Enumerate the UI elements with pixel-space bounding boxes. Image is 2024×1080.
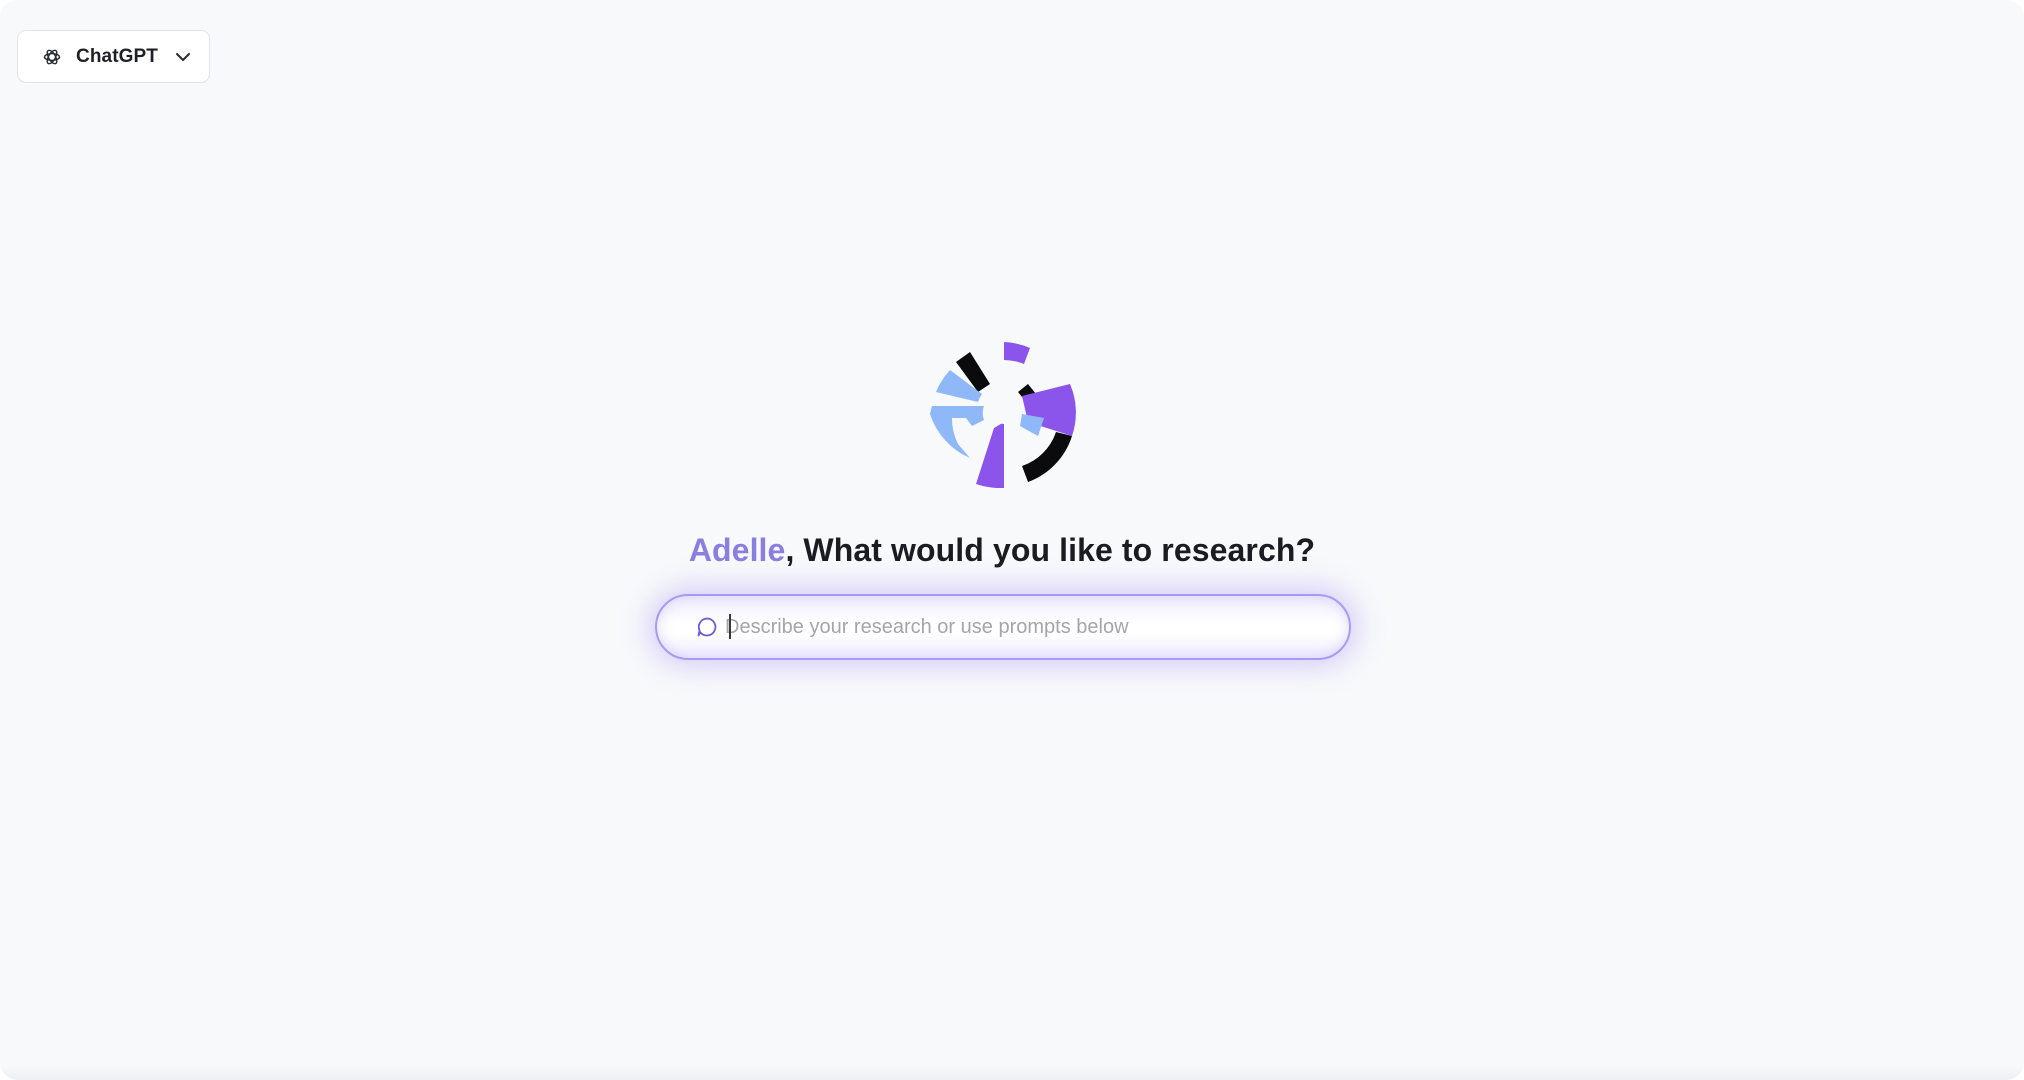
app-window: ChatGPT Adelle, What would you like to r… <box>0 0 2024 1080</box>
research-prompt-box[interactable] <box>655 594 1351 660</box>
main-content: Adelle, What would you like to research? <box>0 0 2024 1080</box>
greeting-heading: Adelle, What would you like to research? <box>0 532 2004 569</box>
greeting-text: , What would you like to research? <box>785 532 1316 568</box>
user-name: Adelle <box>688 532 786 568</box>
text-caret <box>729 614 731 639</box>
brand-logo-icon <box>930 342 1076 488</box>
chat-bubble-icon <box>695 615 719 639</box>
bottom-edge <box>0 1066 2024 1080</box>
research-input[interactable] <box>725 607 1349 647</box>
